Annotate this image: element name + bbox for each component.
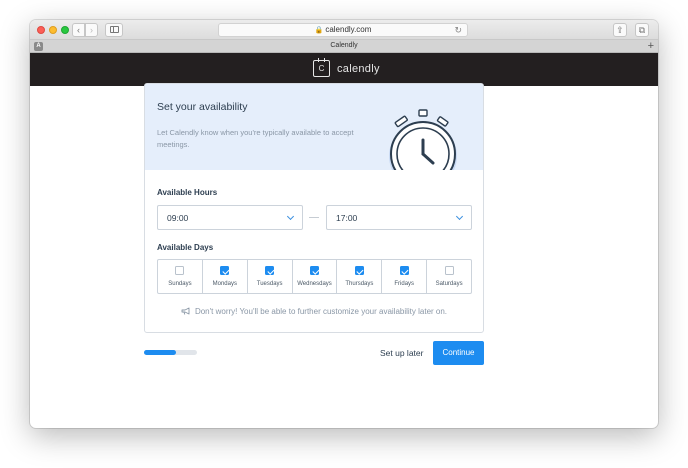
checkbox[interactable] — [175, 266, 185, 275]
megaphone-icon — [181, 307, 190, 315]
availability-card: Set your availability Let Calendly know … — [144, 83, 484, 333]
checkbox[interactable] — [310, 266, 319, 275]
available-hours-label: Available Hours — [157, 188, 218, 197]
available-days-label: Available Days — [157, 243, 214, 252]
day-option-thursday[interactable]: Thursdays — [337, 260, 383, 293]
end-time-value: 17:00 — [336, 213, 358, 223]
days-selector: Sundays Mondays Tuesdays Wednesdays Thur… — [157, 259, 472, 294]
tab-bar: A Calendly + — [30, 40, 658, 53]
sidebar-icon — [109, 26, 119, 33]
chevron-down-icon — [286, 212, 295, 221]
checkbox[interactable] — [265, 266, 275, 275]
share-button[interactable]: ⇪ — [613, 23, 627, 37]
start-time-select[interactable]: 09:00 — [157, 205, 303, 230]
day-label: Saturdays — [435, 281, 463, 287]
customize-note: Don't worry! You'll be able to further c… — [145, 307, 483, 316]
sidebar-toggle-button[interactable] — [105, 23, 123, 37]
day-label: Fridays — [394, 281, 415, 287]
tab-calendly[interactable]: Calendly — [330, 42, 357, 49]
close-window-button[interactable] — [37, 26, 45, 34]
continue-button[interactable]: Continue — [433, 341, 484, 365]
day-option-sunday[interactable]: Sundays — [158, 260, 203, 293]
day-label: Sundays — [168, 281, 192, 287]
stopwatch-icon — [389, 109, 457, 170]
forward-button[interactable]: › — [85, 23, 98, 37]
setup-later-link[interactable]: Set up later — [380, 348, 423, 358]
day-option-friday[interactable]: Fridays — [382, 260, 428, 293]
lock-icon: 🔒 — [314, 27, 324, 34]
page-subtitle: Let Calendly know when you're typically … — [157, 128, 354, 149]
show-tabs-button[interactable]: ⧉ — [635, 23, 649, 37]
back-button[interactable]: ‹ — [72, 23, 85, 37]
address-bar[interactable]: 🔒 calendly.com ↻ — [218, 23, 468, 37]
url-text: calendly.com — [325, 25, 372, 34]
start-time-value: 09:00 — [167, 213, 189, 223]
checkbox[interactable] — [399, 266, 409, 275]
logo-text: calendly — [337, 63, 380, 75]
day-label: Mondays — [212, 281, 237, 287]
app-header: C calendly — [30, 53, 658, 86]
day-option-tuesday[interactable]: Tuesdays — [248, 260, 293, 293]
day-option-saturday[interactable]: Saturdays — [427, 260, 471, 293]
zoom-window-button[interactable] — [61, 26, 69, 34]
chevron-down-icon — [455, 212, 464, 221]
progress-fill — [144, 350, 176, 355]
checkbox[interactable] — [354, 266, 364, 275]
checkbox[interactable] — [444, 266, 454, 275]
minimize-window-button[interactable] — [49, 26, 57, 34]
day-label: Tuesdays — [256, 281, 283, 287]
day-option-wednesday[interactable]: Wednesdays — [293, 260, 338, 293]
reload-icon[interactable]: ↻ — [454, 24, 462, 36]
day-label: Wednesdays — [297, 281, 332, 287]
new-tab-button[interactable]: + — [648, 40, 654, 52]
checkbox[interactable] — [220, 266, 230, 275]
card-hero: Set your availability Let Calendly know … — [145, 84, 483, 170]
browser-titlebar: ‹ › 🔒 calendly.com ↻ ⇪ ⧉ — [30, 20, 658, 40]
pinned-tab[interactable]: A — [34, 42, 43, 51]
note-text: Don't worry! You'll be able to further c… — [194, 307, 448, 316]
calendly-logo-icon: C — [313, 58, 330, 77]
page-title: Set your availability — [157, 101, 248, 113]
time-range-separator — [309, 217, 319, 218]
end-time-select[interactable]: 17:00 — [326, 205, 472, 230]
onboarding-progress-bar — [144, 350, 197, 355]
day-option-monday[interactable]: Mondays — [203, 260, 248, 293]
day-label: Thursdays — [345, 281, 374, 287]
